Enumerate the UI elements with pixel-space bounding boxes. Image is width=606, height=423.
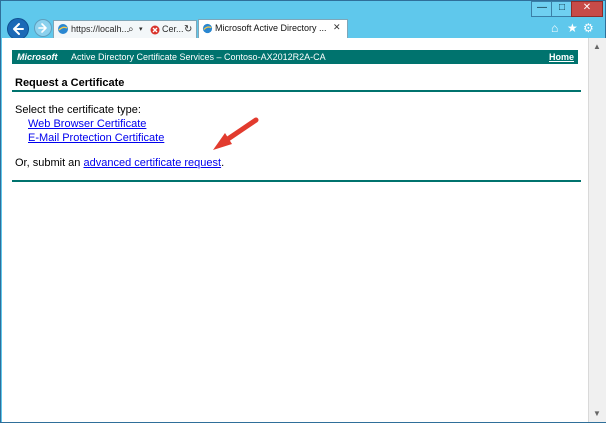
back-arrow-icon bbox=[13, 23, 24, 35]
email-protection-certificate-link[interactable]: E-Mail Protection Certificate bbox=[28, 132, 164, 144]
close-window-button[interactable]: ✕ bbox=[571, 1, 603, 17]
forward-button[interactable] bbox=[34, 19, 52, 37]
forward-arrow-icon bbox=[38, 23, 47, 33]
page-title: Request a Certificate bbox=[15, 77, 125, 89]
brand-label: Microsoft bbox=[17, 52, 58, 62]
home-link[interactable]: Home bbox=[549, 50, 574, 64]
advanced-request-line: Or, submit an advanced certificate reque… bbox=[15, 157, 224, 169]
bottom-divider bbox=[12, 180, 581, 182]
home-icon[interactable]: ⌂ bbox=[551, 21, 558, 35]
title-divider bbox=[12, 90, 581, 92]
maximize-button[interactable]: □ bbox=[551, 1, 573, 17]
submit-suffix: . bbox=[221, 157, 225, 169]
certificate-type-prompt: Select the certificate type: bbox=[15, 104, 141, 116]
web-browser-certificate-link[interactable]: Web Browser Certificate bbox=[28, 118, 146, 130]
browser-chrome: — □ ✕ https://localh... ⌕ ▾ Cer... ↻ Mic… bbox=[1, 1, 605, 40]
back-button[interactable] bbox=[7, 18, 29, 40]
certificate-error-label[interactable]: Cer... bbox=[162, 21, 184, 38]
vertical-scrollbar[interactable]: ▲ ▼ bbox=[588, 38, 606, 422]
annotation-arrow-icon bbox=[213, 117, 259, 150]
certificate-error-icon[interactable] bbox=[150, 25, 160, 35]
ie-tab-icon bbox=[202, 23, 213, 34]
tab-title: Microsoft Active Directory ... bbox=[215, 23, 327, 33]
url-text[interactable]: https://localh... bbox=[71, 21, 129, 38]
refresh-icon[interactable]: ↻ bbox=[184, 21, 192, 38]
settings-gear-icon[interactable]: ⚙ bbox=[583, 21, 594, 35]
minimize-button[interactable]: — bbox=[531, 1, 553, 17]
scroll-up-icon[interactable]: ▲ bbox=[593, 42, 601, 51]
address-bar[interactable]: https://localh... ⌕ ▾ Cer... ↻ bbox=[53, 20, 197, 39]
ie-page-icon bbox=[58, 24, 68, 34]
tab-active-directory[interactable]: Microsoft Active Directory ... ✕ bbox=[198, 19, 348, 39]
scroll-down-icon[interactable]: ▼ bbox=[593, 409, 601, 418]
search-icon[interactable]: ⌕ bbox=[128, 21, 134, 38]
chevron-down-icon[interactable]: ▾ bbox=[139, 21, 143, 38]
favorites-star-icon[interactable]: ★ bbox=[567, 21, 578, 35]
browser-window: — □ ✕ https://localh... ⌕ ▾ Cer... ↻ Mic… bbox=[0, 0, 606, 423]
close-tab-icon[interactable]: ✕ bbox=[333, 22, 341, 33]
service-title: Active Directory Certificate Services – … bbox=[71, 52, 326, 62]
service-banner: Microsoft Active Directory Certificate S… bbox=[12, 50, 578, 64]
advanced-certificate-request-link[interactable]: advanced certificate request bbox=[83, 157, 221, 169]
page-content: Microsoft Active Directory Certificate S… bbox=[2, 38, 588, 422]
submit-prefix: Or, submit an bbox=[15, 157, 84, 169]
